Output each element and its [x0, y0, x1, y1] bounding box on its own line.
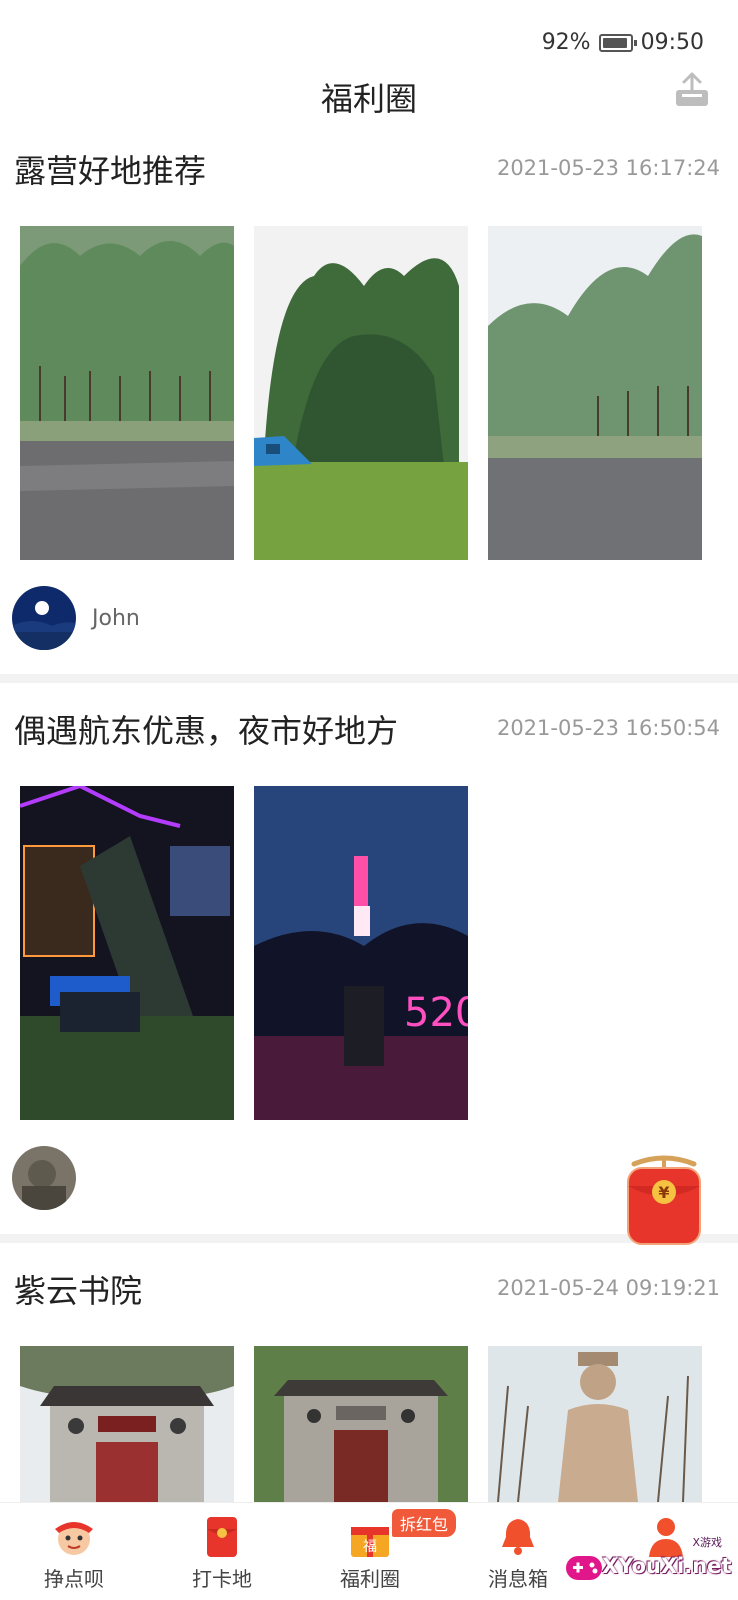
- tab-welfare[interactable]: 福 福利圈 拆红包: [296, 1503, 457, 1600]
- tab-label: 挣点呗: [44, 1567, 104, 1591]
- tent-on-lawn-photo[interactable]: [254, 226, 468, 560]
- status-indicators: 92% 09:50: [542, 30, 704, 55]
- tab-label: 福利圈: [340, 1567, 400, 1591]
- share-icon: [676, 72, 708, 106]
- battery-icon: [598, 33, 637, 52]
- watermark-text: XYouXi.net: [602, 1554, 732, 1578]
- tree-lined-river-photo[interactable]: [488, 226, 702, 560]
- riverside-trees-photo[interactable]: [20, 226, 234, 560]
- post-time: 2021-05-23 16:50:54: [496, 716, 720, 740]
- red-packet-float-button[interactable]: ¥: [622, 1150, 706, 1250]
- page-header: 福利圈: [0, 66, 738, 126]
- tab-earn[interactable]: 挣点呗: [0, 1503, 148, 1600]
- yuan-symbol: ¥: [658, 1183, 669, 1202]
- share-button[interactable]: [672, 70, 712, 110]
- page-title: 福利圈: [320, 80, 417, 118]
- svg-text:520: 520: [404, 990, 468, 1036]
- tab-checkin[interactable]: 打卡地: [148, 1503, 296, 1600]
- svg-text:福: 福: [363, 1539, 377, 1555]
- author-name[interactable]: John: [92, 606, 140, 631]
- author-avatar[interactable]: [12, 1146, 76, 1210]
- academy-gate-photo[interactable]: [20, 1346, 234, 1502]
- night-lights-trees-photo[interactable]: 520: [254, 786, 468, 1120]
- gamepad-logo-icon: [566, 1556, 602, 1580]
- author-avatar[interactable]: [12, 586, 76, 650]
- status-bar: 92% 09:50: [0, 0, 738, 66]
- red-envelope-icon: [207, 1517, 237, 1557]
- tab-label: 打卡地: [192, 1567, 252, 1591]
- fu-gift-icon: 福: [351, 1527, 389, 1557]
- stone-statue-photo[interactable]: [488, 1346, 702, 1502]
- academy-building-photo[interactable]: [254, 1346, 468, 1502]
- post-time: 2021-05-23 16:17:24: [496, 156, 720, 180]
- post-title[interactable]: 露营好地推荐: [14, 146, 206, 192]
- mascot-icon: [55, 1522, 93, 1555]
- post-divider: [0, 674, 738, 683]
- watermark-small-text: X游戏: [692, 1536, 722, 1549]
- battery-percent: 92%: [541, 30, 591, 55]
- post-title[interactable]: 紫云书院: [14, 1266, 142, 1312]
- post-title[interactable]: 偶遇航东优惠，夜市好地方: [14, 706, 398, 752]
- clock: 09:50: [640, 30, 704, 55]
- night-market-sign-photo[interactable]: [20, 786, 234, 1120]
- site-watermark: X游戏 XYouXi.net: [562, 1530, 732, 1592]
- post-time: 2021-05-24 09:19:21: [496, 1276, 720, 1300]
- red-envelope-icon: ¥: [627, 1155, 701, 1245]
- bell-icon: [502, 1519, 534, 1555]
